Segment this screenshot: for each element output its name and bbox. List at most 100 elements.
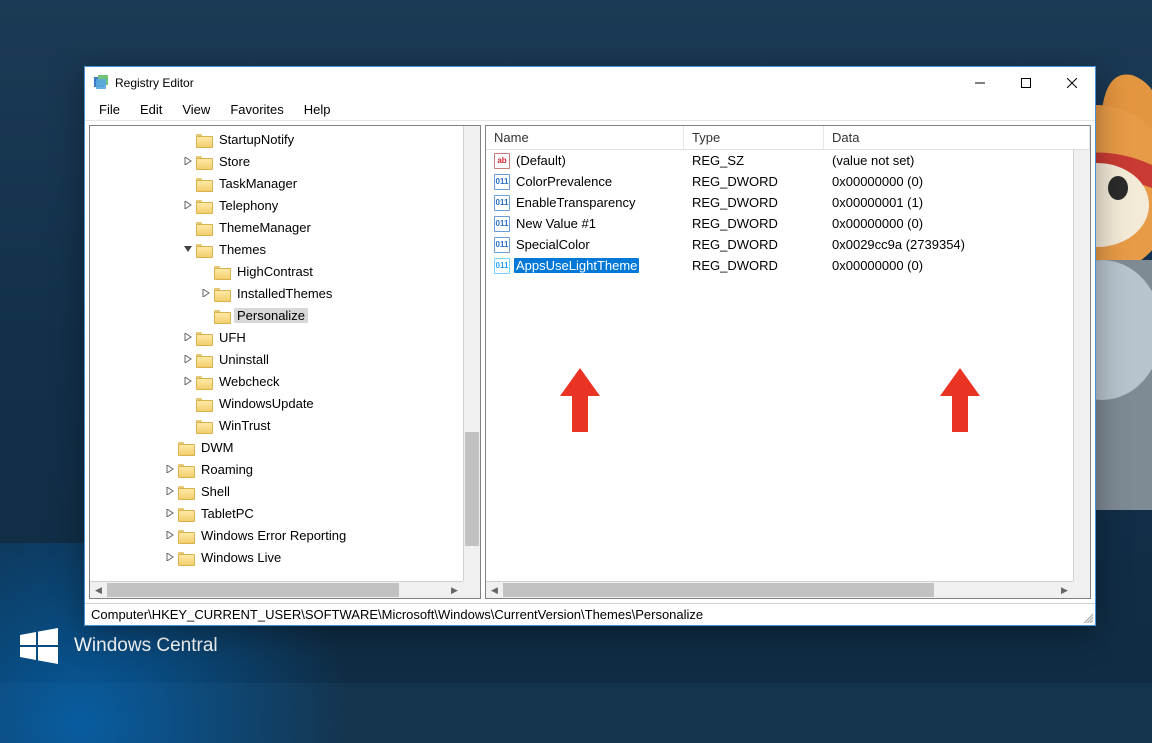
chevron-right-icon[interactable] bbox=[180, 153, 196, 169]
chevron-right-icon[interactable] bbox=[180, 351, 196, 367]
tree-item[interactable]: HighContrast bbox=[90, 260, 463, 282]
tree-item[interactable]: Windows Error Reporting bbox=[90, 524, 463, 546]
maximize-button[interactable] bbox=[1003, 67, 1049, 99]
chevron-right-icon[interactable] bbox=[180, 373, 196, 389]
value-row[interactable]: ab(Default)REG_SZ(value not set) bbox=[486, 150, 1073, 171]
chevron-right-icon[interactable] bbox=[180, 329, 196, 345]
value-row[interactable]: 011SpecialColorREG_DWORD0x0029cc9a (2739… bbox=[486, 234, 1073, 255]
tree-item[interactable]: TabletPC bbox=[90, 502, 463, 524]
windows-central-brand: Windows Central bbox=[18, 625, 218, 667]
tree-item[interactable]: Telephony bbox=[90, 194, 463, 216]
tree-item[interactable]: Store bbox=[90, 150, 463, 172]
value-name: ColorPrevalence bbox=[514, 174, 614, 189]
chevron-down-icon[interactable] bbox=[180, 241, 196, 257]
list-horizontal-scrollbar[interactable]: ◀ ▶ bbox=[486, 581, 1073, 598]
column-data[interactable]: Data bbox=[824, 126, 1090, 149]
value-data: 0x0029cc9a (2739354) bbox=[824, 237, 1073, 252]
tree-item-label: Personalize bbox=[234, 308, 308, 323]
tree-item[interactable]: TaskManager bbox=[90, 172, 463, 194]
tree-item[interactable]: InstalledThemes bbox=[90, 282, 463, 304]
tree-item[interactable]: Uninstall bbox=[90, 348, 463, 370]
folder-icon bbox=[196, 154, 212, 168]
tree-item-label: HighContrast bbox=[234, 264, 316, 279]
tree-horizontal-scrollbar[interactable]: ◀ ▶ bbox=[90, 581, 463, 598]
folder-icon bbox=[178, 550, 194, 564]
chevron-right-icon[interactable] bbox=[162, 505, 178, 521]
registry-editor-window: Registry Editor File Edit View Favorites… bbox=[84, 66, 1096, 626]
menu-edit[interactable]: Edit bbox=[130, 100, 172, 119]
tree-item[interactable]: ThemeManager bbox=[90, 216, 463, 238]
value-row[interactable]: 011EnableTransparencyREG_DWORD0x00000001… bbox=[486, 192, 1073, 213]
value-data: (value not set) bbox=[824, 153, 1073, 168]
value-row[interactable]: 011New Value #1REG_DWORD0x00000000 (0) bbox=[486, 213, 1073, 234]
minimize-button[interactable] bbox=[957, 67, 1003, 99]
menu-help[interactable]: Help bbox=[294, 100, 341, 119]
value-row[interactable]: 011ColorPrevalenceREG_DWORD0x00000000 (0… bbox=[486, 171, 1073, 192]
list-columns-header[interactable]: Name Type Data bbox=[486, 126, 1090, 150]
tree-item[interactable]: Windows Live bbox=[90, 546, 463, 568]
folder-icon bbox=[178, 506, 194, 520]
tree-item-label: DWM bbox=[198, 440, 237, 455]
tree-item[interactable]: UFH bbox=[90, 326, 463, 348]
reg-dword-icon: 011 bbox=[494, 258, 510, 274]
tree-item[interactable]: Themes bbox=[90, 238, 463, 260]
tree-item-label: WindowsUpdate bbox=[216, 396, 317, 411]
reg-dword-icon: 011 bbox=[494, 237, 510, 253]
list-vertical-scrollbar[interactable] bbox=[1073, 150, 1090, 581]
tree-item[interactable]: Personalize bbox=[90, 304, 463, 326]
folder-icon bbox=[214, 308, 230, 322]
tree-item[interactable]: Webcheck bbox=[90, 370, 463, 392]
tree-item-label: TaskManager bbox=[216, 176, 300, 191]
close-button[interactable] bbox=[1049, 67, 1095, 99]
titlebar[interactable]: Registry Editor bbox=[85, 67, 1095, 99]
chevron-right-icon[interactable] bbox=[162, 483, 178, 499]
folder-icon bbox=[196, 418, 212, 432]
tree-item-label: InstalledThemes bbox=[234, 286, 335, 301]
windows-logo-icon bbox=[18, 625, 60, 667]
regedit-icon bbox=[93, 74, 109, 93]
tree-item-label: StartupNotify bbox=[216, 132, 297, 147]
folder-icon bbox=[196, 220, 212, 234]
chevron-right-icon[interactable] bbox=[162, 461, 178, 477]
folder-icon bbox=[214, 286, 230, 300]
chevron-right-icon[interactable] bbox=[162, 527, 178, 543]
reg-sz-icon: ab bbox=[494, 153, 510, 169]
value-name: AppsUseLightTheme bbox=[514, 258, 639, 273]
value-data: 0x00000000 (0) bbox=[824, 174, 1073, 189]
folder-icon bbox=[196, 132, 212, 146]
tree-item[interactable]: WinTrust bbox=[90, 414, 463, 436]
value-name: New Value #1 bbox=[514, 216, 598, 231]
folder-icon bbox=[196, 242, 212, 256]
chevron-right-icon[interactable] bbox=[198, 285, 214, 301]
value-name: SpecialColor bbox=[514, 237, 592, 252]
value-list-pane: Name Type Data ab(Default)REG_SZ(value n… bbox=[485, 125, 1091, 599]
tree-item-label: Uninstall bbox=[216, 352, 272, 367]
menu-favorites[interactable]: Favorites bbox=[220, 100, 293, 119]
folder-icon bbox=[214, 264, 230, 278]
column-type[interactable]: Type bbox=[684, 126, 824, 149]
resize-grip-icon[interactable] bbox=[1081, 611, 1093, 623]
tree-vertical-scrollbar[interactable] bbox=[463, 126, 480, 581]
menu-file[interactable]: File bbox=[89, 100, 130, 119]
tree-item-label: Windows Live bbox=[198, 550, 284, 565]
folder-icon bbox=[178, 484, 194, 498]
tree-item[interactable]: DWM bbox=[90, 436, 463, 458]
folder-icon bbox=[196, 330, 212, 344]
column-name[interactable]: Name bbox=[486, 126, 684, 149]
tree-item[interactable]: StartupNotify bbox=[90, 128, 463, 150]
tree-item-label: Store bbox=[216, 154, 253, 169]
value-type: REG_DWORD bbox=[684, 258, 824, 273]
menubar: File Edit View Favorites Help bbox=[85, 99, 1095, 121]
value-row[interactable]: 011AppsUseLightThemeREG_DWORD0x00000000 … bbox=[486, 255, 1073, 276]
window-title: Registry Editor bbox=[115, 76, 194, 90]
chevron-right-icon[interactable] bbox=[162, 549, 178, 565]
tree-item[interactable]: Shell bbox=[90, 480, 463, 502]
tree-item-label: Telephony bbox=[216, 198, 281, 213]
tree-item[interactable]: WindowsUpdate bbox=[90, 392, 463, 414]
key-tree-pane: StartupNotify Store TaskManager Telephony Th… bbox=[89, 125, 481, 599]
value-name: (Default) bbox=[514, 153, 568, 168]
tree-item[interactable]: Roaming bbox=[90, 458, 463, 480]
menu-view[interactable]: View bbox=[172, 100, 220, 119]
chevron-right-icon[interactable] bbox=[180, 197, 196, 213]
value-data: 0x00000001 (1) bbox=[824, 195, 1073, 210]
